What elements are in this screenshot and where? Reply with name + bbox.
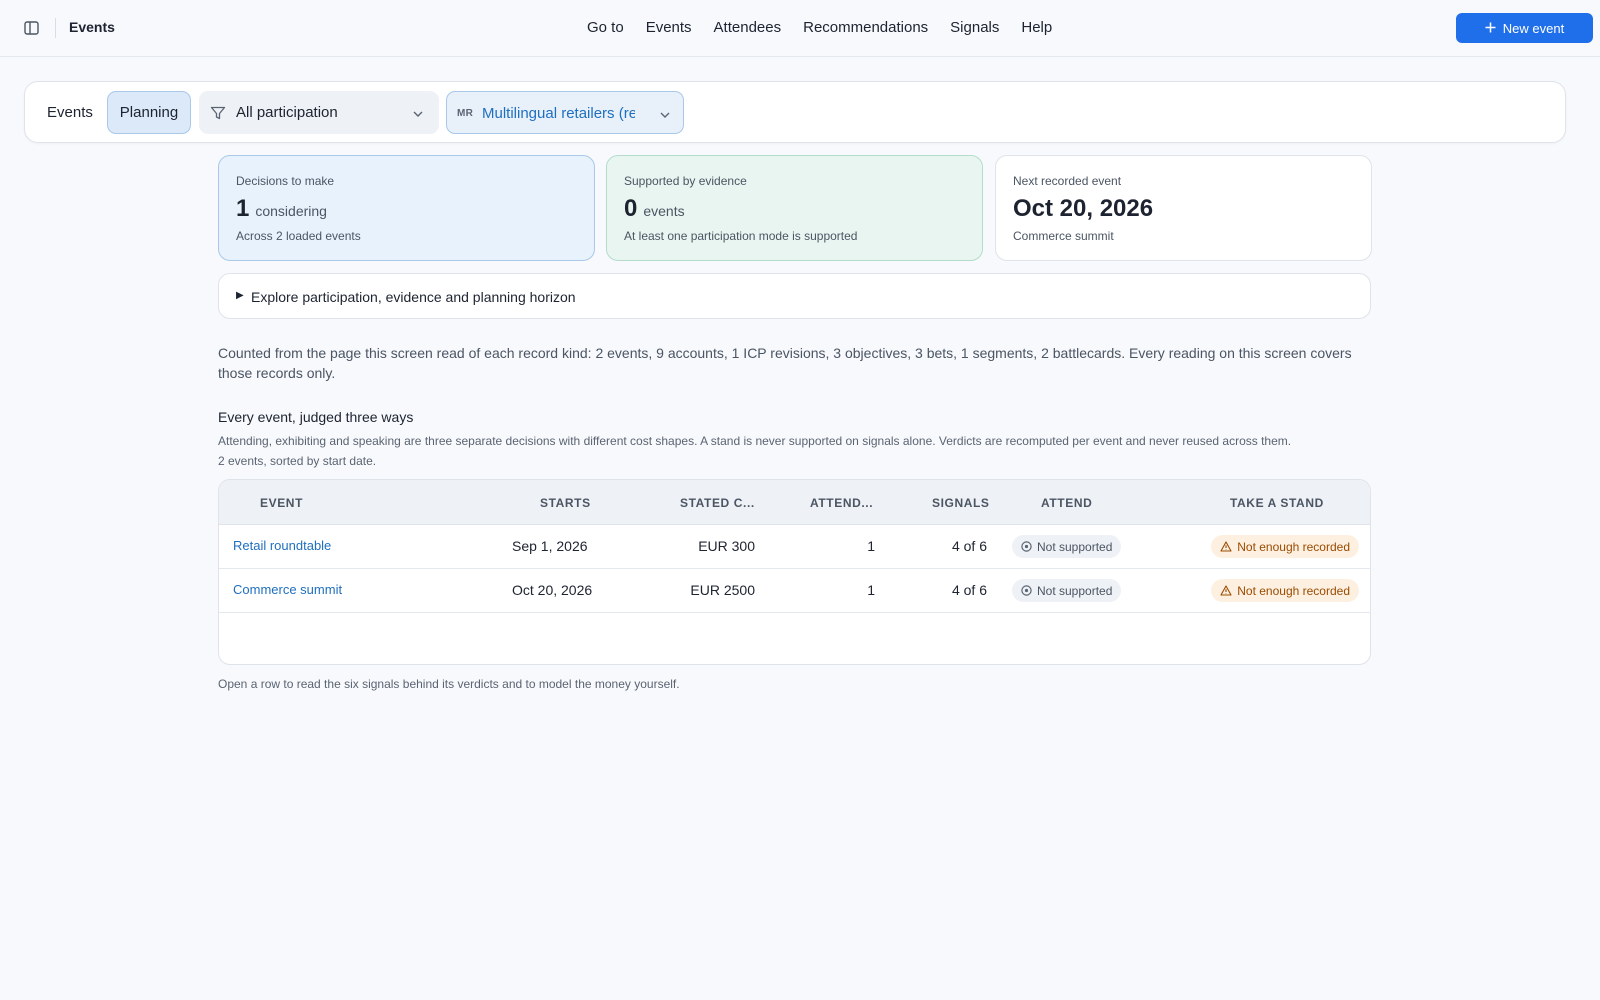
circle-dot-icon bbox=[1021, 585, 1032, 596]
circle-dot-icon bbox=[1021, 541, 1032, 552]
col-event[interactable]: EVENT bbox=[260, 496, 303, 510]
divider bbox=[55, 18, 56, 38]
decisions-value-line: 1 considering bbox=[236, 195, 327, 223]
attendee-count: 1 bbox=[867, 538, 875, 554]
attendee-count: 1 bbox=[867, 582, 875, 598]
start-date: Sep 1, 2026 bbox=[512, 538, 588, 554]
caret-right-icon: ▶ bbox=[236, 290, 244, 301]
next-event-date: Oct 20, 2026 bbox=[1013, 195, 1154, 222]
new-event-button[interactable]: New event bbox=[1456, 13, 1593, 43]
stand-verdict: Not enough recorded bbox=[1237, 539, 1350, 554]
col-stated-cost[interactable]: STATED C... bbox=[680, 496, 755, 510]
nav-go-to[interactable]: Go to bbox=[587, 19, 624, 36]
table-footnote: Open a row to read the six signals behin… bbox=[218, 677, 680, 691]
signals-count: 4 of 6 bbox=[951, 582, 987, 598]
decisions-kicker: Decisions to make bbox=[236, 174, 335, 188]
section-desc-text: Attending, exhibiting and speaking are t… bbox=[218, 434, 1292, 448]
warning-icon bbox=[1220, 585, 1232, 596]
col-signals[interactable]: SIGNALS bbox=[932, 496, 990, 510]
supported-value: 0 bbox=[624, 195, 638, 222]
start-date: Oct 20, 2026 bbox=[512, 582, 593, 598]
sidebar-toggle-icon[interactable] bbox=[22, 18, 42, 38]
nav-signals[interactable]: Signals bbox=[950, 19, 999, 36]
chevron-down-icon bbox=[412, 107, 424, 125]
event-link[interactable]: Commerce summit bbox=[233, 582, 342, 597]
table-row[interactable]: Commerce summit Oct 20, 2026 EUR 2500 1 … bbox=[219, 569, 1370, 613]
stand-verdict-badge: Not enough recorded bbox=[1211, 535, 1359, 558]
supported-kicker: Supported by evidence bbox=[624, 174, 747, 188]
filter-icon bbox=[210, 105, 226, 126]
app-title: Events bbox=[69, 19, 115, 35]
col-take-a-stand[interactable]: TAKE A STAND bbox=[1230, 496, 1324, 510]
attend-verdict-badge: Not supported bbox=[1012, 579, 1122, 602]
participation-select[interactable]: All participation bbox=[199, 91, 439, 134]
supported-card: Supported by evidence 0 events At least o… bbox=[606, 155, 983, 261]
table-header: EVENT STARTS STATED C... ATTEND... SIGNA… bbox=[219, 480, 1370, 525]
segment-initials: MR bbox=[457, 108, 474, 119]
plus-icon bbox=[1485, 21, 1496, 36]
events-table: EVENT STARTS STATED C... ATTEND... SIGNA… bbox=[218, 479, 1371, 665]
next-event-card: Next recorded event Oct 20, 2026 Commerc… bbox=[995, 155, 1372, 261]
records-note: Counted from the page this screen read o… bbox=[218, 345, 1352, 381]
stand-verdict-badge: Not enough recorded bbox=[1211, 579, 1359, 602]
nav-attendees[interactable]: Attendees bbox=[714, 19, 782, 36]
nav-help[interactable]: Help bbox=[1021, 19, 1052, 36]
attend-verdict: Not supported bbox=[1037, 539, 1113, 554]
stand-verdict: Not enough recorded bbox=[1237, 583, 1350, 598]
decisions-unit: considering bbox=[255, 203, 327, 219]
decisions-sub: Across 2 loaded events bbox=[236, 229, 361, 243]
tab-events[interactable]: Events bbox=[47, 104, 93, 121]
attend-verdict: Not supported bbox=[1037, 583, 1113, 598]
section-title: Every event, judged three ways bbox=[218, 409, 414, 425]
stated-cost: EUR 300 bbox=[698, 538, 755, 554]
decisions-card: Decisions to make 1 considering Across 2 … bbox=[218, 155, 595, 261]
section-count: 2 events, sorted by start date. bbox=[218, 454, 377, 468]
participation-value: All participation bbox=[236, 104, 338, 121]
col-starts[interactable]: STARTS bbox=[540, 496, 591, 510]
event-link[interactable]: Retail roundtable bbox=[233, 538, 331, 553]
chevron-down-icon bbox=[659, 108, 671, 126]
nav-recommendations[interactable]: Recommendations bbox=[803, 19, 928, 36]
stated-cost: EUR 2500 bbox=[690, 582, 755, 598]
supported-unit: events bbox=[643, 203, 685, 219]
warning-icon bbox=[1220, 541, 1232, 552]
segment-value: Multilingual retailers (revised) bbox=[482, 105, 635, 122]
next-event-kicker: Next recorded event bbox=[1013, 174, 1122, 188]
segment-select[interactable]: MR Multilingual retailers (revised) bbox=[446, 91, 684, 134]
top-bar: Events Go to Events Attendees Recommenda… bbox=[0, 0, 1600, 57]
new-event-label: New event bbox=[1502, 20, 1565, 36]
section-description: Attending, exhibiting and speaking are t… bbox=[218, 431, 1378, 471]
attend-verdict-badge: Not supported bbox=[1012, 535, 1122, 558]
nav-events[interactable]: Events bbox=[646, 19, 692, 36]
decisions-value: 1 bbox=[236, 195, 250, 222]
tab-planning[interactable]: Planning bbox=[107, 91, 191, 134]
filter-bar: Events Planning All participation MR Mul… bbox=[24, 81, 1566, 143]
table-row[interactable]: Retail roundtable Sep 1, 2026 EUR 300 1 … bbox=[219, 525, 1370, 569]
col-attend[interactable]: ATTEND bbox=[1041, 496, 1092, 510]
main-nav: Go to Events Attendees Recommendations S… bbox=[587, 19, 1052, 36]
supported-value-line: 0 events bbox=[624, 195, 685, 223]
tab-planning-label: Planning bbox=[119, 104, 179, 121]
col-attendees[interactable]: ATTEND... bbox=[810, 496, 873, 510]
explore-disclosure[interactable]: ▶ Explore participation, evidence and pl… bbox=[218, 273, 1371, 319]
signals-count: 4 of 6 bbox=[951, 538, 987, 554]
next-event-name: Commerce summit bbox=[1013, 229, 1114, 243]
explore-label: Explore participation, evidence and plan… bbox=[251, 289, 576, 305]
supported-sub: At least one participation mode is suppo… bbox=[624, 229, 858, 243]
